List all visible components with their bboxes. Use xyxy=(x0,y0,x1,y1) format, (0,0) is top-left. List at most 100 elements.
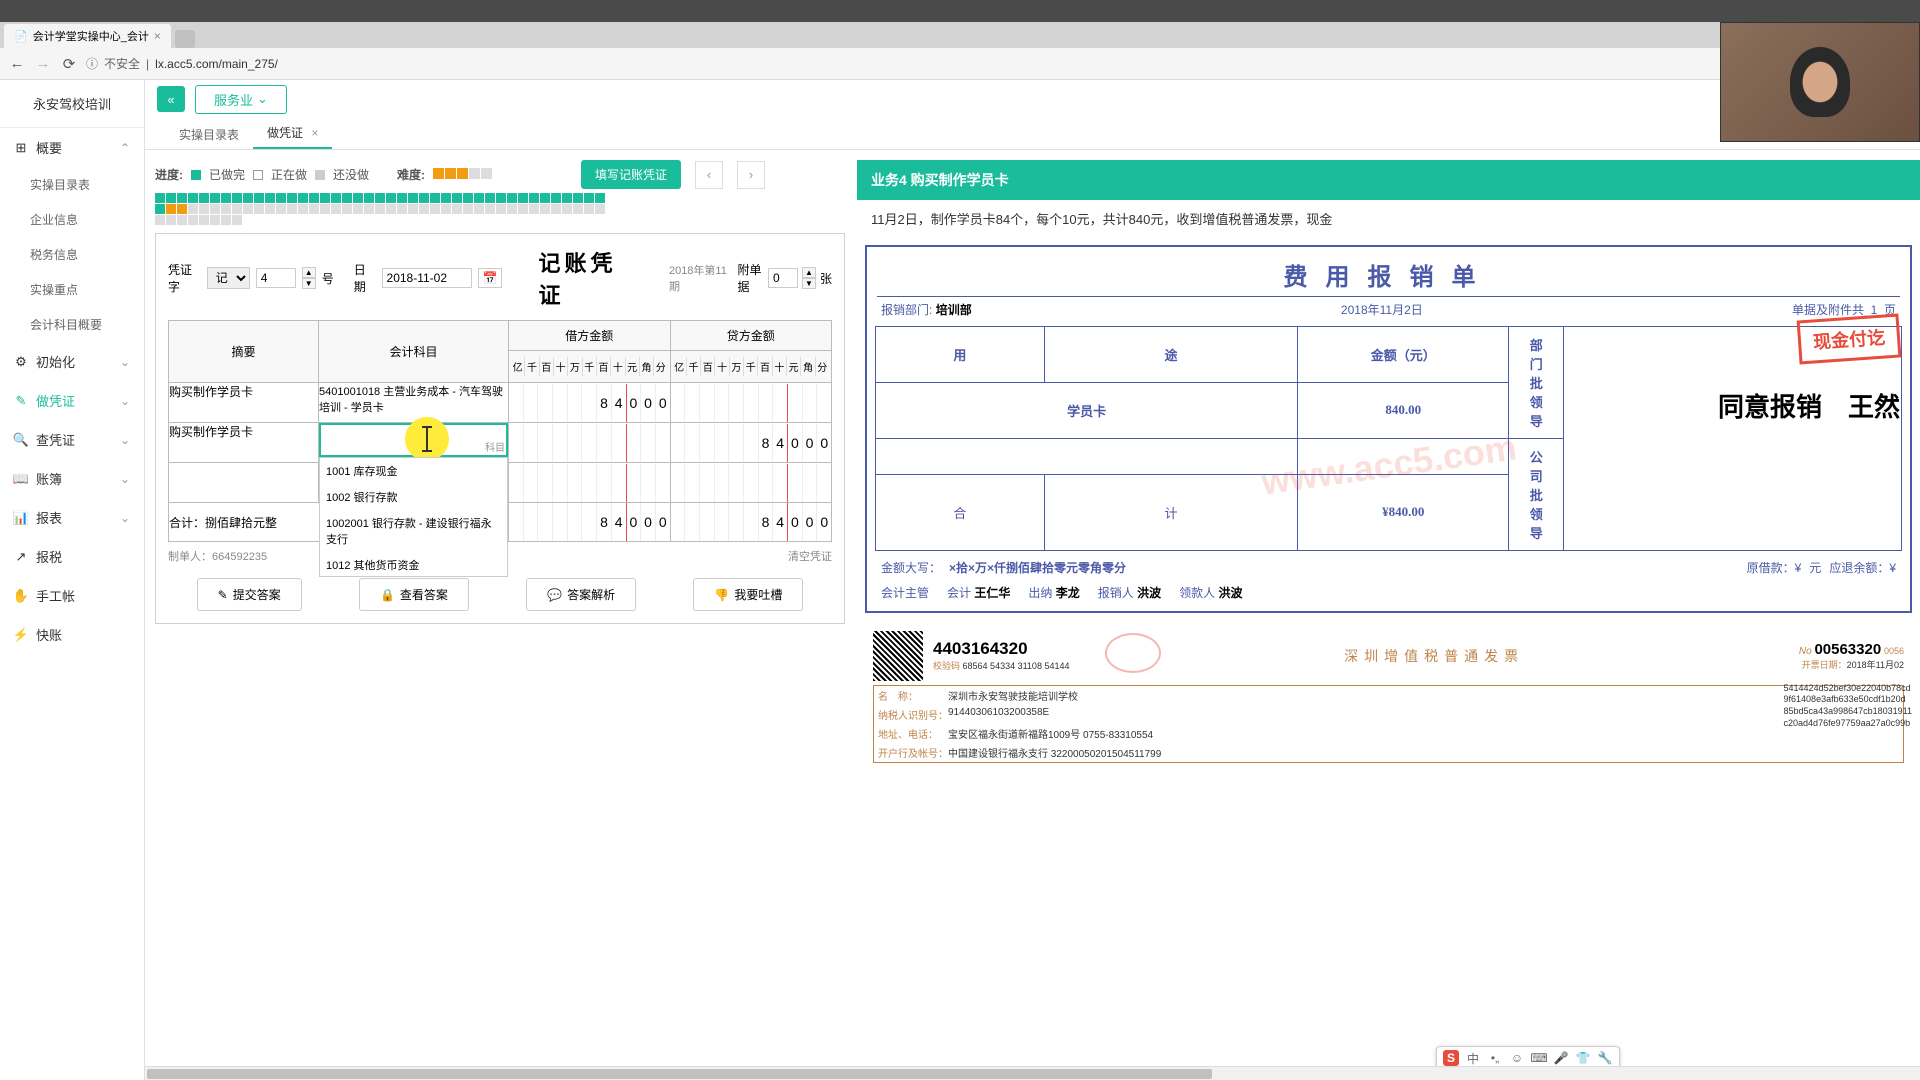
view-answer-button[interactable]: 🔒查看答案 xyxy=(359,578,469,611)
progress-cell[interactable] xyxy=(496,204,506,214)
progress-cell[interactable] xyxy=(441,193,451,203)
progress-cell[interactable] xyxy=(155,215,165,225)
calendar-icon[interactable]: 📅 xyxy=(478,268,503,288)
ime-skin-icon[interactable]: 👕 xyxy=(1575,1050,1591,1066)
progress-cell[interactable] xyxy=(364,204,374,214)
progress-cell[interactable] xyxy=(298,204,308,214)
ime-keyboard-icon[interactable]: ⌨ xyxy=(1531,1050,1547,1066)
fill-voucher-button[interactable]: 填写记账凭证 xyxy=(581,160,681,189)
progress-cell[interactable] xyxy=(595,204,605,214)
progress-cell[interactable] xyxy=(562,193,572,203)
sidebar-sub-item[interactable]: 实操重点 xyxy=(0,272,144,307)
progress-cell[interactable] xyxy=(573,204,583,214)
sidebar-item-book[interactable]: 📖账簿⌄ xyxy=(0,459,144,498)
progress-cell[interactable] xyxy=(221,193,231,203)
progress-cell[interactable] xyxy=(430,193,440,203)
ime-voice-icon[interactable]: 🎤 xyxy=(1553,1050,1569,1066)
analysis-button[interactable]: 💬答案解析 xyxy=(526,578,636,611)
progress-cell[interactable] xyxy=(243,193,253,203)
word-select[interactable]: 记 xyxy=(207,267,250,289)
progress-cell[interactable] xyxy=(232,204,242,214)
progress-cell[interactable] xyxy=(452,193,462,203)
progress-cell[interactable] xyxy=(188,215,198,225)
progress-cell[interactable] xyxy=(529,204,539,214)
progress-cell[interactable] xyxy=(485,193,495,203)
progress-cell[interactable] xyxy=(331,193,341,203)
progress-cell[interactable] xyxy=(474,193,484,203)
progress-cell[interactable] xyxy=(364,193,374,203)
account-dropdown[interactable]: 1001 库存现金1002 银行存款1002001 银行存款 - 建设银行福永支… xyxy=(319,457,508,577)
progress-cell[interactable] xyxy=(177,204,187,214)
progress-cell[interactable] xyxy=(375,204,385,214)
date-input[interactable] xyxy=(382,268,472,288)
progress-cell[interactable] xyxy=(232,193,242,203)
close-icon[interactable]: × xyxy=(311,126,318,140)
dropdown-item[interactable]: 1002001 银行存款 - 建设银行福永支行 xyxy=(320,510,507,552)
progress-cell[interactable] xyxy=(276,193,286,203)
progress-cell[interactable] xyxy=(177,193,187,203)
summary-cell[interactable]: 购买制作学员卡 xyxy=(169,383,319,423)
attach-count-input[interactable] xyxy=(768,268,798,288)
horizontal-scrollbar[interactable] xyxy=(145,1066,1920,1080)
progress-cell[interactable] xyxy=(441,204,451,214)
progress-cell[interactable] xyxy=(507,193,517,203)
progress-cell[interactable] xyxy=(221,204,231,214)
ime-logo-icon[interactable]: S xyxy=(1443,1050,1459,1066)
progress-cell[interactable] xyxy=(342,204,352,214)
progress-cell[interactable] xyxy=(287,204,297,214)
progress-cell[interactable] xyxy=(210,215,220,225)
ime-lang-icon[interactable]: 中 xyxy=(1465,1050,1481,1066)
progress-cell[interactable] xyxy=(496,193,506,203)
progress-cell[interactable] xyxy=(199,215,209,225)
progress-cell[interactable] xyxy=(540,204,550,214)
progress-cell[interactable] xyxy=(265,204,275,214)
url-field[interactable]: ⓘ 不安全 | lx.acc5.com/main_275/ xyxy=(86,55,486,72)
prev-button[interactable]: ‹ xyxy=(695,161,723,189)
progress-cell[interactable] xyxy=(408,193,418,203)
sidebar-sub-item[interactable]: 税务信息 xyxy=(0,237,144,272)
progress-cell[interactable] xyxy=(386,193,396,203)
progress-cell[interactable] xyxy=(518,204,528,214)
progress-cell[interactable] xyxy=(485,204,495,214)
progress-cell[interactable] xyxy=(452,204,462,214)
debit-cell[interactable] xyxy=(509,423,671,463)
progress-cell[interactable] xyxy=(595,193,605,203)
progress-cell[interactable] xyxy=(584,204,594,214)
progress-cell[interactable] xyxy=(331,204,341,214)
progress-cell[interactable] xyxy=(166,215,176,225)
attach-spinner[interactable]: ▲▼ xyxy=(802,267,816,289)
submit-button[interactable]: ✎提交答案 xyxy=(197,578,302,611)
progress-cell[interactable] xyxy=(254,193,264,203)
progress-cell[interactable] xyxy=(166,193,176,203)
progress-cell[interactable] xyxy=(551,204,561,214)
progress-cell[interactable] xyxy=(342,193,352,203)
progress-cell[interactable] xyxy=(507,204,517,214)
progress-cell[interactable] xyxy=(397,193,407,203)
number-spinner[interactable]: ▲▼ xyxy=(302,267,316,289)
browser-tab[interactable]: 📄 会计学堂实操中心_会计 × xyxy=(4,24,171,48)
progress-cell[interactable] xyxy=(210,193,220,203)
progress-cell[interactable] xyxy=(518,193,528,203)
progress-cell[interactable] xyxy=(210,204,220,214)
progress-cell[interactable] xyxy=(188,193,198,203)
service-dropdown[interactable]: 服务业 ⌄ xyxy=(195,85,287,114)
progress-cell[interactable] xyxy=(573,193,583,203)
sidebar-sub-item[interactable]: 企业信息 xyxy=(0,202,144,237)
forward-icon[interactable]: → xyxy=(34,55,52,73)
progress-cell[interactable] xyxy=(166,204,176,214)
progress-cell[interactable] xyxy=(562,204,572,214)
close-icon[interactable]: × xyxy=(154,29,161,43)
progress-cell[interactable] xyxy=(155,193,165,203)
back-icon[interactable]: ← xyxy=(8,55,26,73)
progress-cell[interactable] xyxy=(463,204,473,214)
progress-cell[interactable] xyxy=(188,204,198,214)
voucher-number-input[interactable] xyxy=(256,268,296,288)
clear-voucher-link[interactable]: 清空凭证 xyxy=(788,548,832,564)
progress-cell[interactable] xyxy=(298,193,308,203)
progress-cell[interactable] xyxy=(584,193,594,203)
progress-cell[interactable] xyxy=(540,193,550,203)
progress-cell[interactable] xyxy=(199,204,209,214)
debit-cell[interactable]: 84000 xyxy=(509,383,671,423)
debit-cell[interactable] xyxy=(509,463,671,503)
sidebar-item-upload[interactable]: ↗报税 xyxy=(0,537,144,576)
